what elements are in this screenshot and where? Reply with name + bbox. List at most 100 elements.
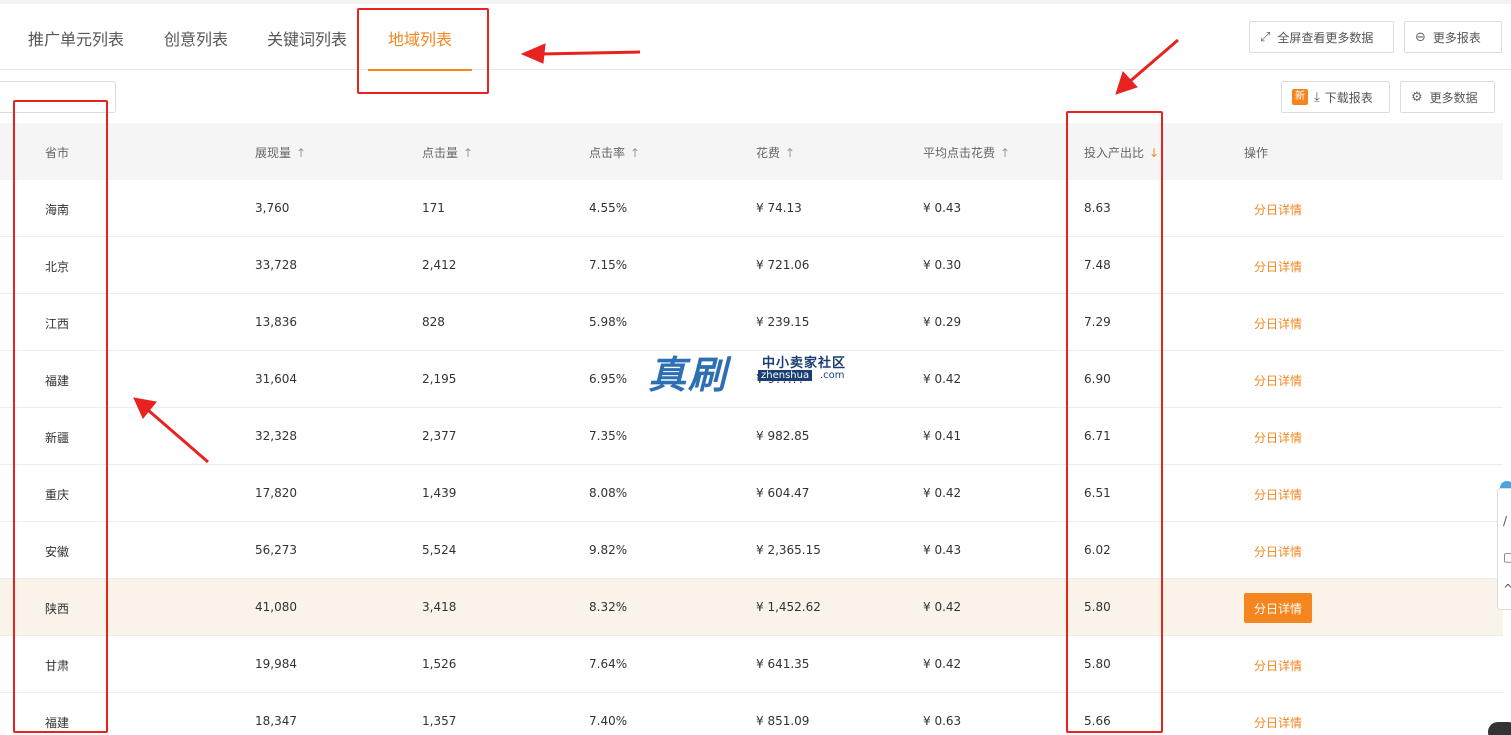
- sort-up-icon: ↑: [785, 146, 796, 160]
- cell-clicks: 2,377: [422, 429, 457, 443]
- filter-input[interactable]: [0, 81, 116, 113]
- download-report-button[interactable]: 新 ⤓ 下载报表: [1281, 81, 1390, 113]
- daily-detail-link[interactable]: 分日详情: [1254, 714, 1302, 731]
- cell-region: 甘肃: [45, 659, 70, 673]
- col-region: 省市: [45, 146, 70, 160]
- table-row: 江西 13,836 828 5.98% ¥ 239.15 ¥ 0.29 7.29 分日详情: [0, 294, 1503, 351]
- cell-clicks: 828: [422, 315, 445, 329]
- cell-ctr: 7.64%: [589, 657, 628, 671]
- cell-avg-cpc: ¥ 0.63: [923, 714, 962, 728]
- cell-roi: 5.80: [1084, 600, 1111, 614]
- col-avg-cpc-label: 平均点击花费: [923, 146, 996, 160]
- col-actions: 操作: [1244, 146, 1269, 160]
- cell-impressions: 41,080: [255, 600, 297, 614]
- cell-clicks: 1,357: [422, 714, 457, 728]
- col-ctr-label: 点击率: [589, 146, 626, 160]
- cell-roi: 6.71: [1084, 429, 1111, 443]
- cell-avg-cpc: ¥ 0.43: [923, 543, 962, 557]
- cell-clicks: 3,418: [422, 600, 457, 614]
- daily-detail-link[interactable]: 分日详情: [1254, 429, 1302, 446]
- sort-up-icon: ↑: [630, 146, 641, 160]
- more-data-label: 更多数据: [1429, 90, 1478, 105]
- cell-cost: ¥ 2,365.15: [756, 543, 821, 557]
- col-roi-label: 投入产出比: [1084, 146, 1145, 160]
- sort-down-icon: ↓: [1149, 146, 1160, 160]
- fullscreen-button[interactable]: ⤢ 全屏查看更多数据: [1249, 21, 1394, 53]
- download-icon: ⤓: [1314, 89, 1320, 105]
- cell-impressions: 56,273: [255, 543, 297, 557]
- table-row: 福建 18,347 1,357 7.40% ¥ 851.09 ¥ 0.63 5.66 分日详情: [0, 693, 1503, 735]
- fullscreen-label: 全屏查看更多数据: [1277, 30, 1374, 45]
- table-header: 省市 展现量 ↑ 点击量 ↑ 点击率 ↑ 花费 ↑ 平均点击花费 ↑ 投入产出比 ↓ 操作: [0, 123, 1503, 180]
- cell-impressions: 18,347: [255, 714, 297, 728]
- cell-avg-cpc: ¥ 0.43: [923, 201, 962, 215]
- col-ctr[interactable]: 点击率 ↑: [589, 144, 640, 161]
- expand-icon: ⤢: [1260, 29, 1271, 45]
- daily-detail-link[interactable]: 分日详情: [1254, 372, 1302, 389]
- cell-cost: ¥ 604.47: [756, 486, 810, 500]
- daily-detail-button[interactable]: 分日详情: [1244, 593, 1312, 623]
- daily-detail-link[interactable]: 分日详情: [1254, 543, 1302, 560]
- cell-avg-cpc: ¥ 0.29: [923, 315, 962, 329]
- daily-detail-link[interactable]: 分日详情: [1254, 258, 1302, 275]
- col-roi[interactable]: 投入产出比 ↓: [1084, 144, 1159, 161]
- sort-up-icon: ↑: [1000, 146, 1011, 160]
- cell-region: 陕西: [45, 602, 70, 616]
- cell-roi: 7.29: [1084, 315, 1111, 329]
- cell-clicks: 171: [422, 201, 445, 215]
- cell-roi: 8.63: [1084, 201, 1111, 215]
- cell-region: 新疆: [45, 431, 70, 445]
- cell-impressions: 3,760: [255, 201, 290, 215]
- table-row: 陕西 41,080 3,418 8.32% ¥ 1,452.62 ¥ 0.42 5.80 分日…: [0, 579, 1503, 636]
- daily-detail-link[interactable]: 分日详情: [1254, 486, 1302, 503]
- col-clicks-label: 点击量: [422, 146, 459, 160]
- cell-region: 北京: [45, 260, 70, 274]
- tab-ad-units[interactable]: 推广单元列表: [28, 26, 124, 50]
- cell-cost: ¥ 74.13: [756, 201, 802, 215]
- cell-ctr: 8.32%: [589, 600, 628, 614]
- table-row: 重庆 17,820 1,439 8.08% ¥ 604.47 ¥ 0.42 6.51 分日详情: [0, 465, 1503, 522]
- gear-icon: ⚙: [1411, 89, 1423, 105]
- table-row: 北京 33,728 2,412 7.15% ¥ 721.06 ¥ 0.30 7.48 分日详情: [0, 237, 1503, 294]
- tab-regions[interactable]: 地域列表: [388, 26, 452, 50]
- cell-cost: ¥ 982.85: [756, 429, 810, 443]
- cell-impressions: 32,328: [255, 429, 297, 443]
- cell-avg-cpc: ¥ 0.41: [923, 429, 962, 443]
- sort-up-icon: ↑: [296, 146, 307, 160]
- table-row: 安徽 56,273 5,524 9.82% ¥ 2,365.15 ¥ 0.43 6.02 分日…: [0, 522, 1503, 579]
- tab-creatives[interactable]: 创意列表: [164, 26, 228, 50]
- cell-cost: ¥ 1,452.62: [756, 600, 821, 614]
- sort-up-icon: ↑: [463, 146, 474, 160]
- col-impressions[interactable]: 展现量 ↑: [255, 144, 306, 161]
- col-clicks[interactable]: 点击量 ↑: [422, 144, 473, 161]
- side-tool-icon[interactable]: ^: [1503, 582, 1511, 596]
- col-avg-cpc[interactable]: 平均点击花费 ↑: [923, 144, 1010, 161]
- cell-roi: 7.48: [1084, 258, 1111, 272]
- side-tool-icon[interactable]: /: [1503, 514, 1507, 528]
- daily-detail-link[interactable]: 分日详情: [1254, 315, 1302, 332]
- daily-detail-link[interactable]: 分日详情: [1254, 201, 1302, 218]
- cell-ctr: 8.08%: [589, 486, 628, 500]
- download-label: 下载报表: [1324, 90, 1373, 105]
- cell-ctr: 6.95%: [589, 372, 628, 386]
- report-icon: ⊖: [1415, 29, 1426, 45]
- more-reports-button[interactable]: ⊖ 更多报表: [1404, 21, 1502, 53]
- cell-clicks: 2,412: [422, 258, 457, 272]
- more-reports-label: 更多报表: [1432, 30, 1481, 45]
- cell-region: 福建: [45, 374, 70, 388]
- daily-detail-link[interactable]: 分日详情: [1254, 657, 1302, 674]
- cell-cost: ¥ 239.15: [756, 315, 810, 329]
- cell-cost: ¥ 9??.??: [756, 372, 805, 386]
- cell-ctr: 7.40%: [589, 714, 628, 728]
- cell-ctr: 7.35%: [589, 429, 628, 443]
- table-row: 海南 3,760 171 4.55% ¥ 74.13 ¥ 0.43 8.63 分日详情: [0, 180, 1503, 237]
- cell-clicks: 2,195: [422, 372, 457, 386]
- cell-avg-cpc: ¥ 0.42: [923, 372, 962, 386]
- corner-widget[interactable]: [1488, 722, 1511, 735]
- col-cost[interactable]: 花费 ↑: [756, 144, 795, 161]
- more-data-button[interactable]: ⚙ 更多数据: [1400, 81, 1495, 113]
- side-tool-icon[interactable]: ▢: [1503, 550, 1511, 564]
- tab-keywords[interactable]: 关键词列表: [267, 26, 347, 50]
- region-table: 省市 展现量 ↑ 点击量 ↑ 点击率 ↑ 花费 ↑ 平均点击花费 ↑ 投入产出比 ↓ 操作 …: [0, 123, 1503, 735]
- cell-avg-cpc: ¥ 0.42: [923, 486, 962, 500]
